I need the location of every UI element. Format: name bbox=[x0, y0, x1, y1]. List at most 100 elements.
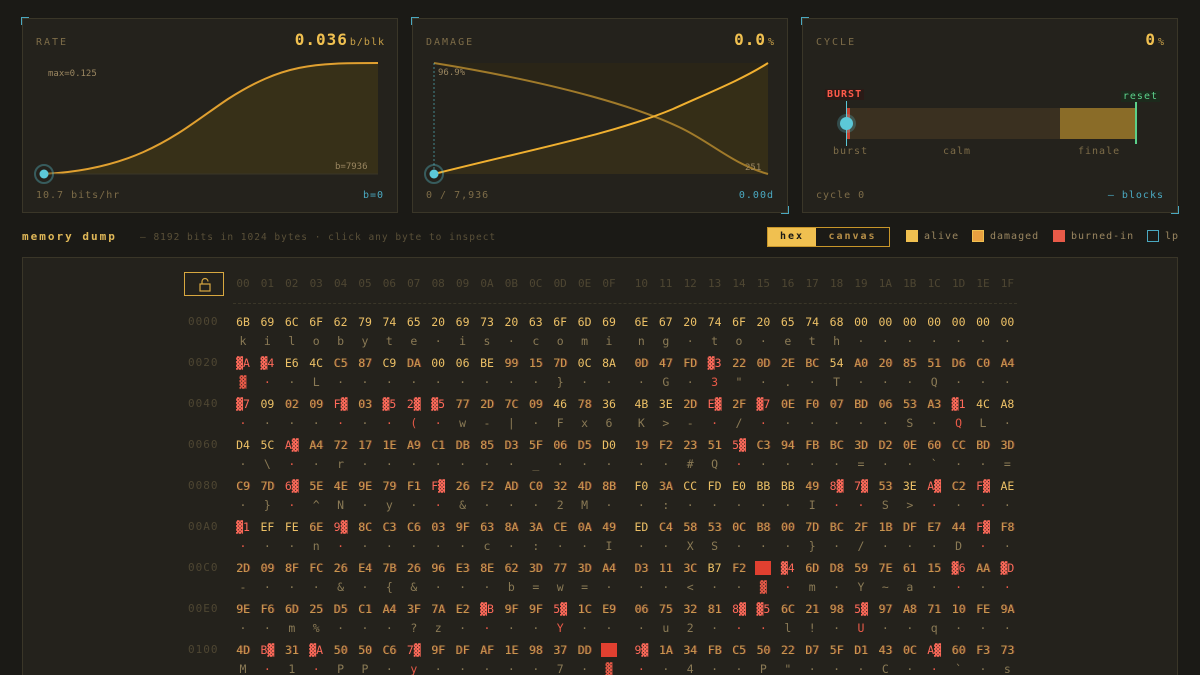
byte-cell[interactable]: 06 bbox=[548, 438, 572, 452]
byte-cell[interactable]: 26 bbox=[329, 561, 353, 575]
byte-cell[interactable]: ▓1 bbox=[947, 397, 971, 411]
byte-cell[interactable]: 0C bbox=[898, 643, 922, 657]
byte-cell[interactable]: 5▓ bbox=[849, 602, 873, 616]
byte-cell[interactable]: 1E bbox=[499, 643, 523, 657]
byte-cell[interactable]: 00 bbox=[947, 315, 971, 329]
byte-cell[interactable]: 54 bbox=[825, 356, 849, 370]
byte-cell[interactable]: 00 bbox=[426, 356, 450, 370]
byte-cell[interactable]: C1 bbox=[353, 602, 377, 616]
byte-cell[interactable]: 50 bbox=[353, 643, 377, 657]
byte-cell[interactable]: A4 bbox=[304, 438, 328, 452]
byte-cell[interactable]: 07 bbox=[825, 397, 849, 411]
byte-cell[interactable]: 10 bbox=[947, 602, 971, 616]
byte-cell[interactable]: E7 bbox=[922, 520, 946, 534]
byte-cell[interactable]: 7D bbox=[548, 356, 572, 370]
byte-cell[interactable]: F1 bbox=[402, 479, 426, 493]
byte-cell[interactable]: 3D bbox=[849, 438, 873, 452]
byte-cell[interactable]: 65 bbox=[402, 315, 426, 329]
byte-cell[interactable]: AD bbox=[499, 479, 523, 493]
byte-cell[interactable]: D0 bbox=[597, 438, 621, 452]
byte-cell[interactable]: AF bbox=[475, 643, 499, 657]
byte-cell[interactable]: 4E bbox=[329, 479, 353, 493]
byte-cell[interactable]: 0D bbox=[629, 356, 653, 370]
byte-cell[interactable]: D1 bbox=[849, 643, 873, 657]
byte-cell[interactable]: 60 bbox=[947, 643, 971, 657]
byte-cell[interactable]: DF bbox=[451, 643, 475, 657]
byte-cell[interactable]: 25 bbox=[304, 602, 328, 616]
byte-cell[interactable]: 7C bbox=[499, 397, 523, 411]
byte-cell[interactable]: CC bbox=[678, 479, 702, 493]
byte-cell[interactable]: 73 bbox=[995, 643, 1019, 657]
byte-cell[interactable]: D5 bbox=[329, 602, 353, 616]
byte-cell[interactable]: D7 bbox=[800, 643, 824, 657]
byte-cell[interactable]: 26 bbox=[451, 479, 475, 493]
byte-cell[interactable]: 81 bbox=[703, 602, 727, 616]
byte-cell[interactable]: F8 bbox=[995, 520, 1019, 534]
byte-cell[interactable]: 7A bbox=[426, 602, 450, 616]
byte-cell[interactable]: 7E bbox=[873, 561, 897, 575]
byte-cell[interactable]: A4 bbox=[995, 356, 1019, 370]
byte-cell[interactable]: FD bbox=[678, 356, 702, 370]
byte-cell[interactable]: C0 bbox=[524, 479, 548, 493]
byte-cell[interactable]: D3 bbox=[629, 561, 653, 575]
byte-cell[interactable]: ▓7 bbox=[751, 397, 775, 411]
byte-cell[interactable]: AE bbox=[995, 479, 1019, 493]
byte-cell[interactable]: 6▓ bbox=[280, 479, 304, 493]
byte-cell[interactable]: D2 bbox=[873, 438, 897, 452]
byte-cell[interactable]: BB bbox=[751, 479, 775, 493]
byte-cell[interactable]: ▓A bbox=[304, 643, 328, 657]
byte-cell[interactable]: DD bbox=[573, 643, 597, 657]
byte-cell[interactable]: F2 bbox=[654, 438, 678, 452]
byte-cell[interactable]: 36 bbox=[597, 397, 621, 411]
byte-cell[interactable]: D4 bbox=[231, 438, 255, 452]
byte-cell[interactable]: 03 bbox=[426, 520, 450, 534]
byte-cell[interactable]: 8F bbox=[280, 561, 304, 575]
byte-cell[interactable]: 7D bbox=[255, 479, 279, 493]
byte-cell[interactable]: 53 bbox=[898, 397, 922, 411]
byte-cell[interactable]: 3E bbox=[654, 397, 678, 411]
byte-cell[interactable]: 5E bbox=[304, 479, 328, 493]
byte-cell[interactable]: F3 bbox=[971, 643, 995, 657]
byte-cell[interactable]: 71 bbox=[922, 602, 946, 616]
byte-cell[interactable]: 53 bbox=[873, 479, 897, 493]
byte-cell[interactable]: 97 bbox=[873, 602, 897, 616]
byte-cell[interactable]: 0D bbox=[751, 356, 775, 370]
byte-cell[interactable]: 17 bbox=[353, 438, 377, 452]
byte-cell[interactable]: 6D bbox=[800, 561, 824, 575]
byte-cell[interactable]: 69 bbox=[451, 315, 475, 329]
byte-cell[interactable]: 49 bbox=[800, 479, 824, 493]
byte-cell[interactable]: 19 bbox=[629, 438, 653, 452]
byte-cell[interactable]: F2 bbox=[727, 561, 751, 575]
byte-cell[interactable]: 65 bbox=[776, 315, 800, 329]
byte-cell[interactable]: DA bbox=[402, 356, 426, 370]
byte-cell[interactable]: 9F bbox=[451, 520, 475, 534]
byte-cell[interactable]: 22 bbox=[727, 356, 751, 370]
byte-cell[interactable]: C9 bbox=[231, 479, 255, 493]
byte-cell[interactable]: 8A bbox=[499, 520, 523, 534]
byte-cell[interactable]: 3E bbox=[898, 479, 922, 493]
cycle-track[interactable] bbox=[847, 102, 1137, 144]
byte-cell[interactable]: 4D bbox=[231, 643, 255, 657]
byte-cell[interactable]: BC bbox=[825, 520, 849, 534]
byte-cell[interactable]: 99 bbox=[499, 356, 523, 370]
byte-cell[interactable]: 59 bbox=[849, 561, 873, 575]
tab-hex[interactable]: hex bbox=[768, 228, 816, 246]
byte-cell[interactable]: AA bbox=[971, 561, 995, 575]
byte-cell[interactable]: BB bbox=[776, 479, 800, 493]
byte-cell[interactable]: 2D bbox=[231, 561, 255, 575]
byte-cell[interactable]: 4B bbox=[629, 397, 653, 411]
byte-cell[interactable]: 63 bbox=[524, 315, 548, 329]
byte-cell[interactable]: ▓4 bbox=[776, 561, 800, 575]
byte-cell[interactable]: C5 bbox=[329, 356, 353, 370]
byte-cell[interactable]: 0E bbox=[898, 438, 922, 452]
byte-cell[interactable]: 00 bbox=[995, 315, 1019, 329]
byte-cell[interactable]: 8A bbox=[597, 356, 621, 370]
byte-cell[interactable]: 9▓ bbox=[629, 643, 653, 657]
byte-cell[interactable]: ▓7 bbox=[231, 397, 255, 411]
byte-cell[interactable]: 06 bbox=[873, 397, 897, 411]
byte-cell[interactable]: 6E bbox=[629, 315, 653, 329]
byte-cell[interactable]: 06 bbox=[451, 356, 475, 370]
byte-cell[interactable]: ▓▓ bbox=[601, 643, 617, 657]
byte-cell[interactable]: 43 bbox=[873, 643, 897, 657]
byte-cell[interactable]: 7D bbox=[800, 520, 824, 534]
